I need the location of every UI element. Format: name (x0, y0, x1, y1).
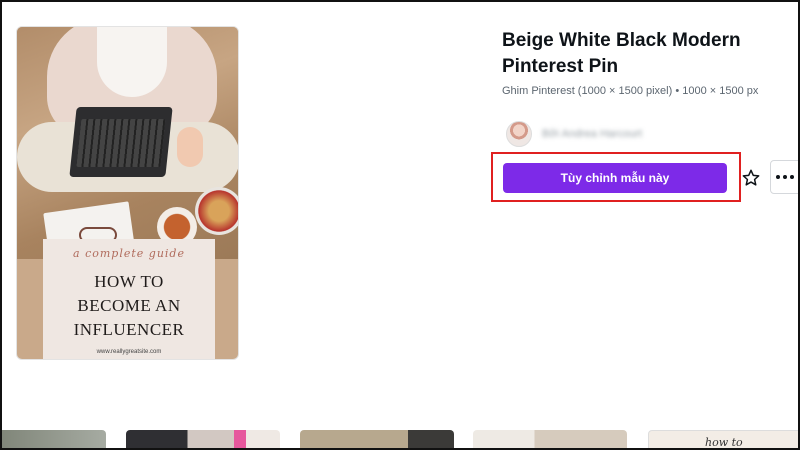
preview-website: www.reallygreatsite.com (96, 349, 162, 355)
related-templates: how to (0, 430, 800, 450)
fruit-bowl-shape (195, 187, 238, 235)
related-thumb[interactable] (473, 430, 627, 450)
laptop-shape (69, 107, 173, 177)
star-icon (742, 169, 760, 186)
avatar (506, 121, 532, 147)
author-row[interactable]: Bởi Andrea Harcourt (506, 121, 642, 147)
related-thumb[interactable] (300, 430, 454, 450)
hand-shape (177, 127, 203, 167)
shirt-shape (97, 27, 167, 97)
headline-line-1: HOW TO (94, 272, 164, 291)
preview-subtitle: a complete guide (73, 247, 185, 260)
headline-line-3: INFLUENCER (73, 320, 185, 339)
more-options-button[interactable] (770, 160, 800, 194)
laptop-keyboard (76, 119, 166, 167)
related-thumb-text: how to (705, 436, 743, 449)
template-preview[interactable]: a complete guide HOW TO BECOME AN INFLUE… (16, 26, 239, 360)
headline-line-2: BECOME AN (77, 296, 181, 315)
more-horizontal-icon (776, 175, 794, 179)
author-name: Bởi Andrea Harcourt (542, 128, 643, 140)
preview-text-card: a complete guide HOW TO BECOME AN INFLUE… (43, 239, 215, 359)
favorite-button[interactable] (737, 163, 765, 193)
customize-template-button[interactable]: Tùy chỉnh mẫu này (503, 163, 727, 193)
template-title: Beige White Black Modern Pinterest Pin (502, 30, 741, 77)
template-meta: Ghim Pinterest (1000 × 1500 pixel) • 100… (502, 85, 759, 97)
preview-headline: HOW TO BECOME AN INFLUENCER (43, 270, 215, 342)
related-thumb[interactable] (0, 430, 106, 450)
related-thumb[interactable]: how to (648, 430, 800, 450)
preview-photo (17, 27, 238, 273)
related-thumb[interactable] (126, 430, 280, 450)
